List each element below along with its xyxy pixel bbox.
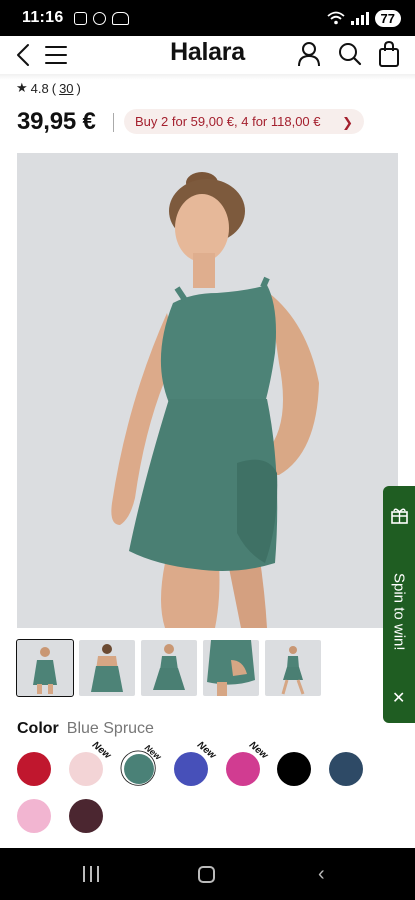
star-icon: ★ xyxy=(16,80,28,95)
search-icon[interactable] xyxy=(338,41,362,67)
thumbnail-image xyxy=(153,644,185,690)
color-swatch[interactable]: New xyxy=(69,740,113,786)
home-icon[interactable] xyxy=(198,866,215,883)
color-swatch[interactable]: New xyxy=(174,740,218,786)
color-swatch[interactable] xyxy=(329,752,363,786)
thumbnail-image xyxy=(33,647,57,694)
review-count-link[interactable]: 30 xyxy=(59,81,73,96)
color-swatch[interactable] xyxy=(69,799,103,833)
status-bar: 11:16 77 xyxy=(0,0,415,36)
thumbnail-2[interactable] xyxy=(79,640,135,696)
status-right: 77 xyxy=(326,9,401,27)
new-badge: New xyxy=(90,739,114,762)
color-swatch[interactable] xyxy=(17,752,51,786)
chevron-right-icon: ❯ xyxy=(342,115,353,130)
model-photo xyxy=(17,153,398,628)
spin-to-win-label: Spin to win! xyxy=(390,573,408,651)
new-badge: New xyxy=(195,739,219,762)
bundle-promo-button[interactable]: Buy 2 for 59,00 €, 4 for 118,00 € ❯ xyxy=(124,109,364,134)
rating-paren-close: ) xyxy=(76,80,81,96)
color-label: Color xyxy=(17,720,59,737)
signal-icon xyxy=(350,11,369,25)
bundle-promo-text: Buy 2 for 59,00 €, 4 for 118,00 € xyxy=(135,114,321,129)
color-swatch[interactable]: New xyxy=(226,740,270,786)
status-time: 11:16 xyxy=(22,9,64,26)
color-selector-heading: Color Blue Spruce xyxy=(17,720,154,738)
top-navigation: Halara xyxy=(0,36,415,74)
color-swatch[interactable] xyxy=(17,799,51,833)
spin-to-win-tab[interactable]: Spin to win! ✕ xyxy=(383,486,415,723)
back-icon[interactable]: ‹ xyxy=(318,863,325,886)
spin-close-button[interactable]: ✕ xyxy=(392,688,405,708)
battery-icon: 77 xyxy=(374,9,401,27)
price-divider xyxy=(113,113,114,132)
thumbnail-image xyxy=(281,646,305,695)
new-badge: New xyxy=(142,743,163,763)
chat-icon xyxy=(92,11,106,25)
image-thumbnails xyxy=(16,639,321,697)
status-notification-icons xyxy=(73,11,129,25)
thumbnail-1[interactable] xyxy=(16,639,74,697)
rating-paren-open: ( xyxy=(51,80,57,96)
wifi-icon xyxy=(326,11,345,25)
thumbnail-image xyxy=(207,640,255,696)
shopping-bag-icon[interactable] xyxy=(377,40,401,68)
screenshot-icon xyxy=(73,11,87,25)
thumbnail-4[interactable] xyxy=(203,640,259,696)
product-rating[interactable]: ★ 4.8 ( 30 ) xyxy=(16,80,81,96)
new-badge: New xyxy=(247,739,271,762)
rating-value: 4.8 xyxy=(30,80,49,96)
thumbnail-5[interactable] xyxy=(265,640,321,696)
selected-color-name: Blue Spruce xyxy=(66,720,154,737)
gift-icon xyxy=(391,508,408,524)
hamburger-menu-icon[interactable] xyxy=(44,44,68,66)
recent-apps-icon[interactable] xyxy=(83,866,99,882)
product-price: 39,95 € xyxy=(17,108,96,135)
thumbnail-3[interactable] xyxy=(141,640,197,696)
account-icon[interactable] xyxy=(297,40,321,68)
thumbnail-image xyxy=(91,644,123,692)
main-product-image[interactable] xyxy=(17,153,398,628)
people-icon xyxy=(111,11,129,25)
back-arrow-icon[interactable] xyxy=(12,42,36,68)
color-swatch[interactable] xyxy=(277,752,311,786)
system-navigation-bar: ‹ xyxy=(0,848,415,900)
color-swatch-selected[interactable]: New xyxy=(120,743,163,786)
